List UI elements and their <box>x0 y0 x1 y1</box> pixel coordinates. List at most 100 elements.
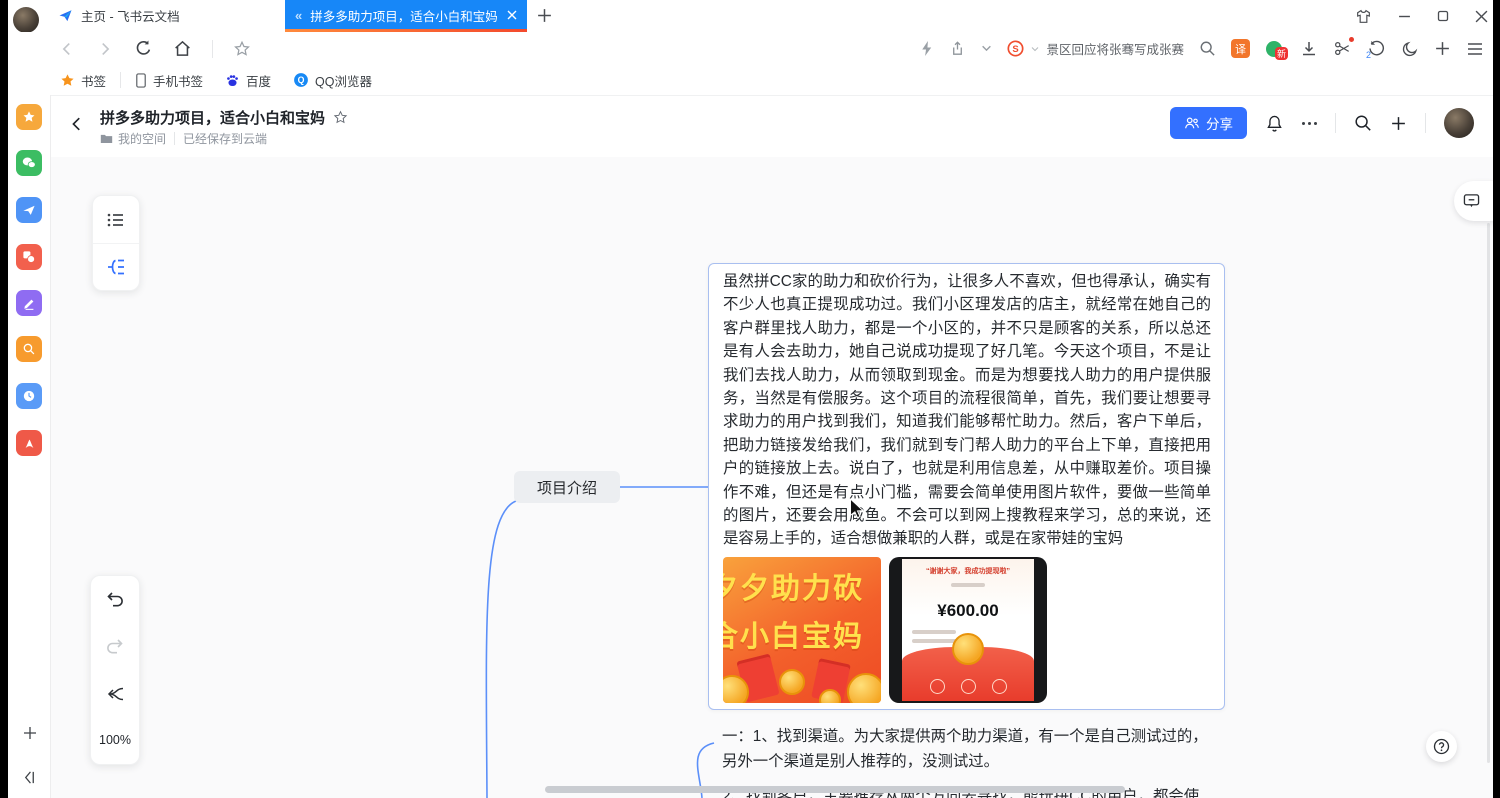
browser-window: 主页 - 飞书云文档 « 拼多多助力项目，适合小白和宝妈 <box>0 0 1500 798</box>
translate-icon[interactable]: 译 <box>1231 39 1250 58</box>
phone-icon <box>135 73 147 88</box>
share-button[interactable]: 分享 <box>1170 107 1247 139</box>
view-switcher-panel <box>92 195 140 291</box>
star-icon <box>60 73 75 88</box>
browser-skin-icon[interactable] <box>1355 9 1372 24</box>
bookmark-label: 百度 <box>246 71 271 90</box>
outline-view-button[interactable] <box>93 196 139 244</box>
redo-button[interactable] <box>91 623 139 670</box>
sogou-icon: S <box>1007 40 1024 57</box>
share-label: 分享 <box>1206 113 1233 133</box>
dark-mode-moon-icon[interactable] <box>1401 40 1419 58</box>
bookmark-item-bookmarks[interactable]: 书签 <box>60 71 106 90</box>
bookmarks-bar: 书签 手机书签 百度 Q QQ浏览器 <box>0 65 1500 96</box>
screenshot-scissors-icon[interactable] <box>1333 39 1352 58</box>
chevron-down-icon[interactable] <box>981 43 992 54</box>
new-tab-button[interactable] <box>536 7 553 24</box>
horizontal-scrollbar[interactable] <box>545 786 1125 793</box>
mindmap-view-button[interactable] <box>93 244 139 290</box>
back-icon[interactable] <box>58 40 76 58</box>
comment-icon <box>1463 193 1480 209</box>
vertical-scrollbar[interactable] <box>1487 223 1490 763</box>
hot-search-text: 景区回应将张骞写成张赛 <box>1046 39 1184 58</box>
sogou-caret-icon <box>1031 45 1039 53</box>
user-avatar[interactable] <box>1444 108 1474 138</box>
bookmark-item-mobile[interactable]: 手机书签 <box>135 71 203 90</box>
tab-home[interactable]: 主页 - 飞书云文档 <box>48 0 280 30</box>
sidebar-app-wechat-icon[interactable] <box>16 150 42 176</box>
comment-panel-tab[interactable] <box>1454 181 1493 221</box>
close-window-icon[interactable] <box>1475 10 1488 23</box>
zoom-level[interactable]: 100% <box>91 717 139 762</box>
notifications-bell-icon[interactable] <box>1265 114 1284 133</box>
sidebar-app-translate-icon[interactable] <box>16 244 42 270</box>
promo-image[interactable]: 夕夕助力砍 合小白宝妈 <box>723 557 881 703</box>
bookmark-item-baidu[interactable]: 百度 <box>225 71 271 90</box>
search-icon[interactable] <box>1199 40 1216 57</box>
bookmark-page-icon[interactable] <box>233 40 251 58</box>
help-button[interactable] <box>1426 731 1457 762</box>
sidebar-app-favorites-icon[interactable] <box>16 104 42 130</box>
bookmark-label: 手机书签 <box>153 71 203 90</box>
phone-screenshot-image[interactable]: “谢谢大家，我成功提现啦” ¥600.00 <box>889 557 1047 703</box>
sidebar-app-feishu-icon[interactable] <box>16 197 42 223</box>
wps-plugin-icon[interactable]: 新 <box>1265 39 1285 59</box>
doc-header: 拼多多助力项目，适合小白和宝妈 我的空间 已经保存到云端 分享 <box>50 95 1500 157</box>
browser-app-sidebar <box>8 95 51 798</box>
sidebar-app-history-icon[interactable] <box>16 383 42 409</box>
address-hot-search[interactable]: S 景区回应将张骞写成张赛 <box>1007 39 1184 58</box>
history-badge: 2 <box>1366 50 1371 60</box>
phone-amount: ¥600.00 <box>902 601 1034 621</box>
doc-add-icon[interactable] <box>1390 115 1407 132</box>
sidebar-app-notes-icon[interactable] <box>16 290 42 316</box>
home-icon[interactable] <box>173 39 192 58</box>
tab-doc-favicon-icon: « <box>295 8 302 23</box>
question-icon <box>1433 738 1450 755</box>
undo-button[interactable] <box>91 576 139 623</box>
qq-browser-icon: Q <box>293 72 309 88</box>
sidebar-app-search-icon[interactable] <box>16 336 42 362</box>
tab-doc-active[interactable]: « 拼多多助力项目，适合小白和宝妈 <box>285 0 527 30</box>
bookmark-item-qq-browser[interactable]: Q QQ浏览器 <box>293 71 372 90</box>
doc-star-icon[interactable] <box>333 110 348 125</box>
promo-line2: 合小白宝妈 <box>723 613 864 655</box>
tab-close-icon[interactable] <box>507 10 517 20</box>
menu-hamburger-icon[interactable] <box>1466 41 1484 57</box>
reload-icon[interactable] <box>134 39 153 58</box>
share-people-icon <box>1184 116 1200 130</box>
sidebar-app-pdf-icon[interactable] <box>16 430 42 456</box>
promo-line1: 夕夕助力砍 <box>723 565 864 607</box>
browser-profile-avatar[interactable] <box>13 7 39 33</box>
browser-toolbar: S 景区回应将张骞写成张赛 译 新 2 <box>0 32 1500 65</box>
doc-search-icon[interactable] <box>1354 114 1372 132</box>
mindmap-canvas[interactable]: 100% 项目介绍 虽然拼CC家的助力和砍价行为，让很多人不喜欢，但也得承认，确… <box>50 157 1493 798</box>
mindmap-node-content[interactable]: 虽然拼CC家的助力和砍价行为，让很多人不喜欢，但也得承认，确实有不少人也真正提现… <box>708 263 1225 710</box>
maximize-icon[interactable] <box>1437 10 1449 22</box>
save-status: 已经保存到云端 <box>183 130 267 147</box>
lightning-icon[interactable] <box>919 40 934 57</box>
phone-quote: “谢谢大家，我成功提现啦” <box>902 566 1034 576</box>
forward-icon[interactable] <box>96 40 114 58</box>
baidu-paw-icon <box>225 73 240 88</box>
bookmark-label: QQ浏览器 <box>315 71 372 90</box>
doc-space-label: 我的空间 <box>118 130 166 147</box>
doc-space-breadcrumb[interactable]: 我的空间 <box>100 130 166 147</box>
add-icon[interactable] <box>1434 40 1451 57</box>
history-undo-icon[interactable]: 2 <box>1367 39 1386 58</box>
collapse-sidebar-icon[interactable] <box>22 770 37 785</box>
folder-icon <box>100 133 113 144</box>
mindmap-node-channel[interactable]: 一：1、找到渠道。为大家提供两个助力渠道，有一个是自己测试过的，另外一个渠道是别… <box>722 724 1214 774</box>
mindmap-node-intro[interactable]: 项目介绍 <box>514 471 620 503</box>
mouse-cursor <box>850 499 866 519</box>
locate-center-button[interactable] <box>91 670 139 717</box>
sidebar-add-button[interactable] <box>22 725 38 741</box>
svg-text:Q: Q <box>298 75 305 85</box>
svg-text:S: S <box>1013 44 1019 55</box>
feishu-favicon-icon <box>58 8 73 23</box>
download-icon[interactable] <box>1300 40 1318 58</box>
doc-back-icon[interactable] <box>68 115 86 133</box>
minimize-icon[interactable] <box>1398 10 1411 23</box>
share-page-icon[interactable] <box>949 40 966 57</box>
new-badge: 新 <box>1275 47 1288 60</box>
more-options-icon[interactable] <box>1302 122 1317 125</box>
